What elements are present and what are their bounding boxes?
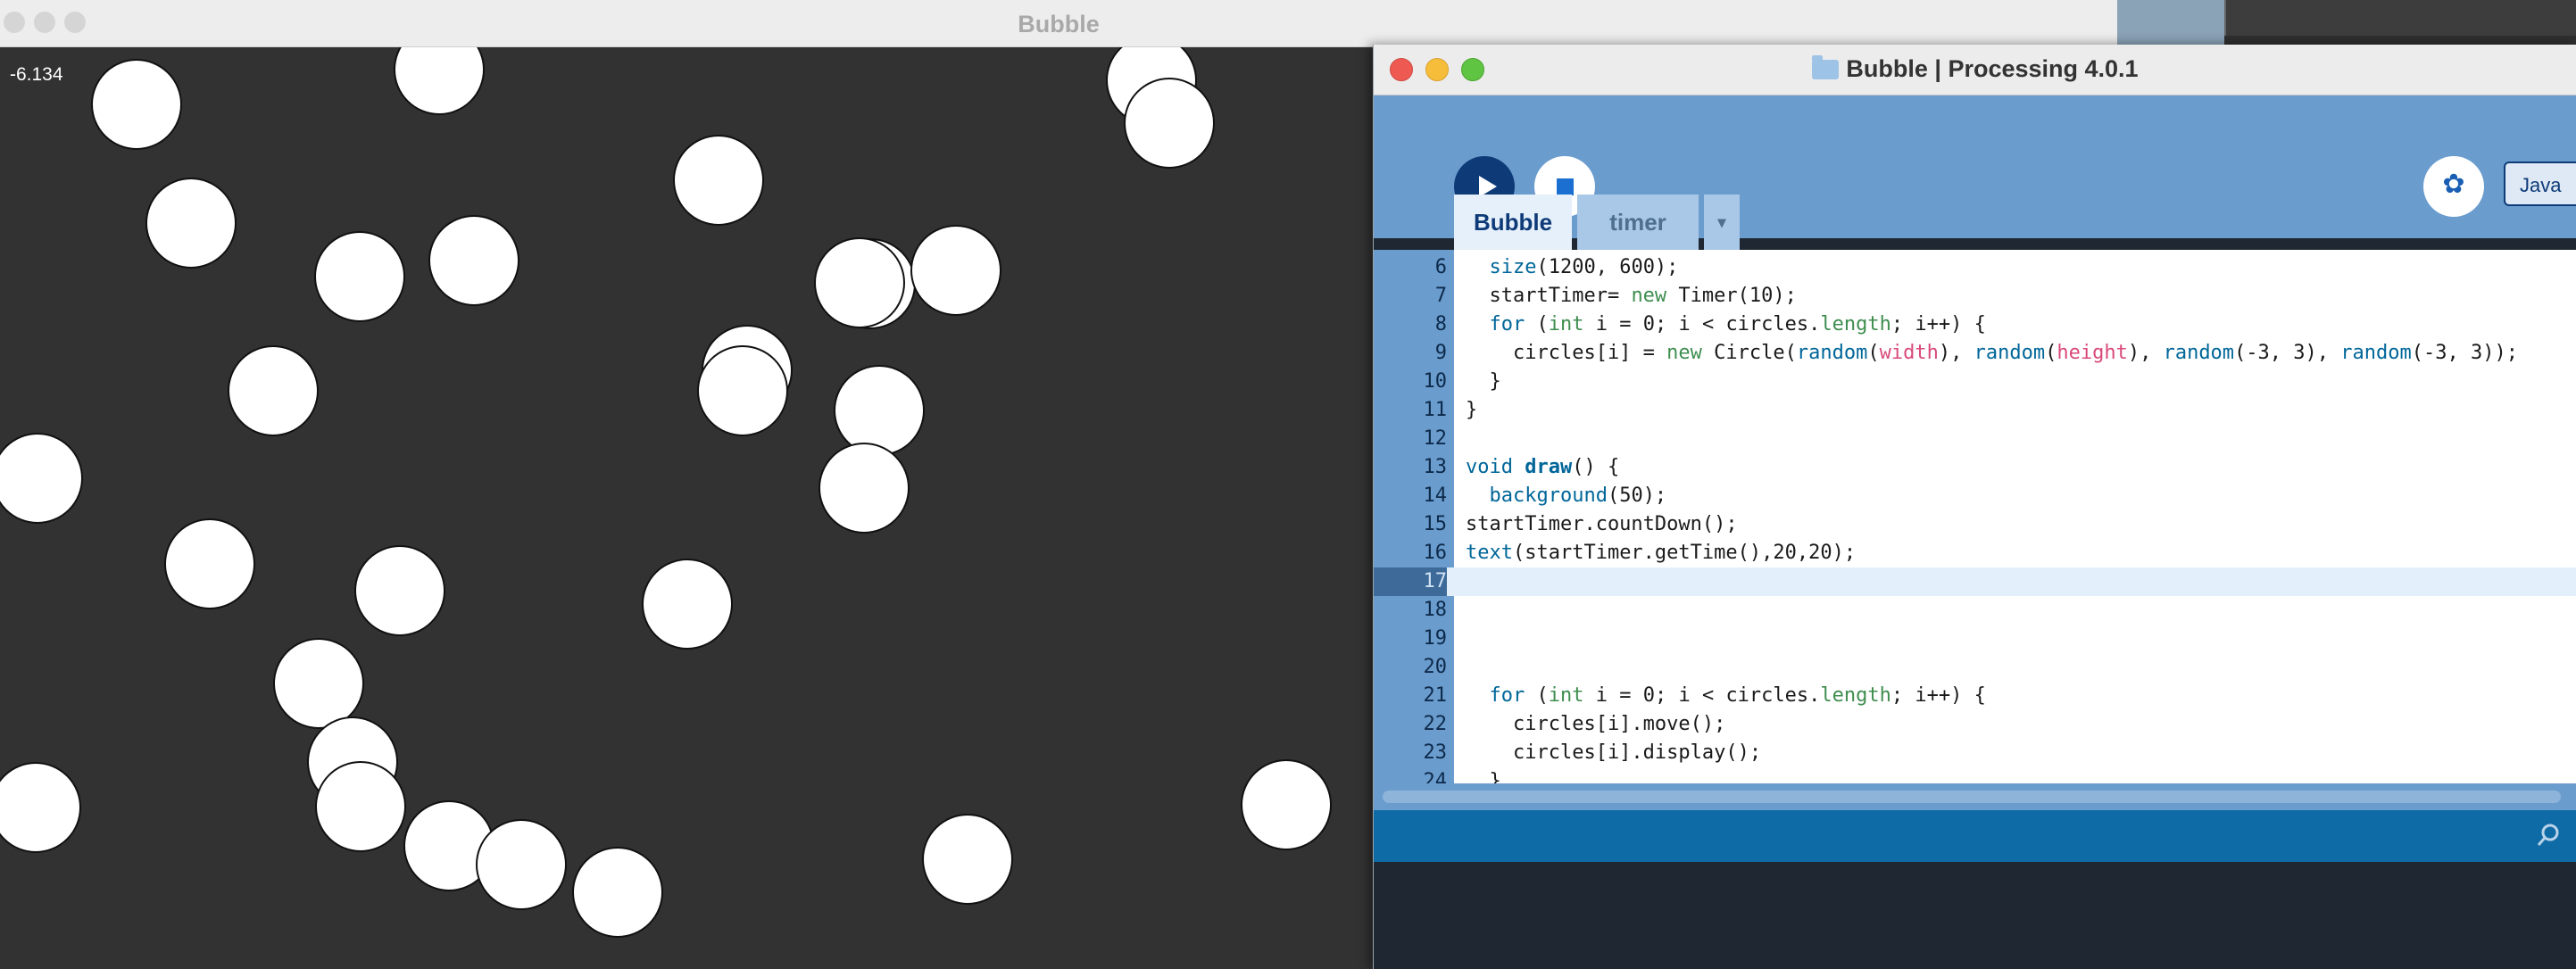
code-text: void draw() { (1466, 456, 1620, 478)
folder-icon (1812, 55, 1840, 79)
bubble-circle (0, 762, 81, 853)
code-line[interactable]: 11} (1374, 396, 2576, 425)
line-number: 18 (1423, 599, 1448, 621)
bubble-circle (476, 819, 567, 910)
line-number: 10 (1423, 370, 1448, 393)
background-window (2117, 0, 2224, 46)
sketch-titlebar: Bubble (0, 0, 2117, 47)
code-editor[interactable]: 6 size(1200, 600); 7 startTimer= new Time… (1374, 250, 2576, 792)
tab-bubble[interactable]: Bubble (1454, 195, 1572, 250)
code-line[interactable]: 13 void draw() { (1374, 453, 2576, 482)
line-number: 23 (1423, 741, 1448, 764)
bubble-circle (354, 545, 445, 636)
tab-timer[interactable]: timer (1577, 195, 1699, 250)
bubble-circle (922, 814, 1013, 905)
code-line[interactable]: 23 circles[i].display(); (1374, 739, 2576, 767)
bubble-circle (314, 231, 405, 322)
bubble-circle (1241, 759, 1332, 850)
bubble-circle (814, 237, 905, 328)
bubble-circle (91, 59, 182, 150)
line-number: 9 (1434, 342, 1447, 364)
debug-button[interactable]: ✿ (2423, 156, 2484, 217)
tab-menu-button[interactable]: ▾ (1704, 195, 1740, 250)
bubble-circle (315, 761, 406, 852)
horizontal-scrollbar[interactable] (1374, 783, 2576, 810)
line-number: 16 (1423, 542, 1448, 564)
code-text: text(startTimer.getTime(),20,20); (1466, 542, 1857, 564)
line-number: 22 (1423, 713, 1448, 735)
code-line[interactable]: 10 } (1374, 368, 2576, 396)
mode-selector[interactable]: Java (2504, 162, 2576, 206)
code-line[interactable]: 12 (1374, 425, 2576, 453)
bubble-circle (697, 345, 788, 436)
bubble-circle (1124, 78, 1215, 169)
bubble-circle (145, 178, 237, 269)
code-text: size(1200, 600); (1489, 256, 1679, 278)
line-number: 14 (1423, 484, 1448, 507)
code-line[interactable]: 16 text(startTimer.getTime(),20,20); (1374, 539, 2576, 567)
bubble-circle (164, 518, 255, 609)
code-line[interactable]: 14 background(50); (1374, 482, 2576, 510)
bubble-circle (642, 559, 733, 650)
bubble-circle (834, 365, 925, 456)
bubble-circle (228, 345, 319, 436)
line-number: 13 (1423, 456, 1448, 478)
code-line[interactable]: 6 size(1200, 600); (1374, 253, 2576, 282)
butterfly-icon: ✿ (2442, 170, 2465, 199)
processing-ide-window: Bubble | Processing 4.0.1 ✿ Java Bubble … (1373, 45, 2576, 969)
code-line[interactable]: 15 startTimer.countDown(); (1374, 510, 2576, 539)
ide-title-text: Bubble | Processing 4.0.1 (1846, 55, 2139, 82)
code-text: startTimer= new Timer(10); (1466, 285, 1797, 307)
code-text: circles[i].display(); (1466, 741, 1762, 764)
line-number: 20 (1423, 656, 1448, 678)
bubble-circle (428, 215, 519, 306)
line-number: 7 (1434, 285, 1447, 307)
code-text: for (int i = 0; i < circles.length; i++)… (1489, 313, 1986, 335)
line-number: 6 (1434, 256, 1447, 278)
code-line[interactable]: 9 circles[i] = new Circle(random(width),… (1374, 339, 2576, 368)
code-line[interactable]: 8 for (int i = 0; i < circles.length; i+… (1374, 311, 2576, 339)
search-icon[interactable] (2536, 823, 2561, 848)
line-number: 12 (1423, 427, 1448, 450)
bubble-circle (673, 135, 764, 226)
bubble-circle (0, 433, 83, 524)
line-number: 15 (1423, 513, 1448, 535)
scrollbar-thumb[interactable] (1383, 791, 2561, 803)
line-number: 8 (1434, 313, 1447, 335)
bubble-circle (819, 443, 910, 534)
bubble-circle (910, 225, 1001, 316)
sketch-window-title: Bubble (1018, 11, 1100, 37)
line-number: 11 (1423, 399, 1448, 421)
code-line[interactable]: 21 for (int i = 0; i < circles.length; i… (1374, 682, 2576, 710)
background-window (2224, 0, 2576, 36)
status-bar (1374, 810, 2576, 862)
bubble-circle (394, 47, 485, 115)
line-number: 21 (1423, 684, 1448, 707)
code-line[interactable]: 7 startTimer= new Timer(10); (1374, 282, 2576, 311)
line-number: 19 (1423, 627, 1448, 650)
timer-readout: -6.134 (10, 64, 63, 85)
code-text: for (int i = 0; i < circles.length; i++)… (1489, 684, 1986, 707)
ide-titlebar: Bubble | Processing 4.0.1 (1374, 45, 2576, 95)
code-text: } (1466, 370, 1501, 393)
code-text: } (1466, 399, 1478, 421)
code-line[interactable]: 20 (1374, 653, 2576, 682)
code-text: background(50); (1489, 484, 1667, 507)
console-area (1374, 862, 2576, 969)
code-text: startTimer.countDown(); (1466, 513, 1738, 535)
code-line[interactable]: 19 (1374, 625, 2576, 653)
ide-window-title: Bubble | Processing 4.0.1 (1374, 55, 2576, 83)
code-line[interactable]: 17 (1374, 567, 2576, 596)
code-line[interactable]: 22 circles[i].move(); (1374, 710, 2576, 739)
bubble-circle (273, 638, 364, 729)
bubble-circle (572, 847, 663, 938)
code-text: circles[i] = new Circle(random(width), r… (1466, 342, 2518, 364)
code-line[interactable]: 18 (1374, 596, 2576, 625)
line-number: 17 (1374, 567, 1447, 596)
code-text: circles[i].move(); (1466, 713, 1726, 735)
